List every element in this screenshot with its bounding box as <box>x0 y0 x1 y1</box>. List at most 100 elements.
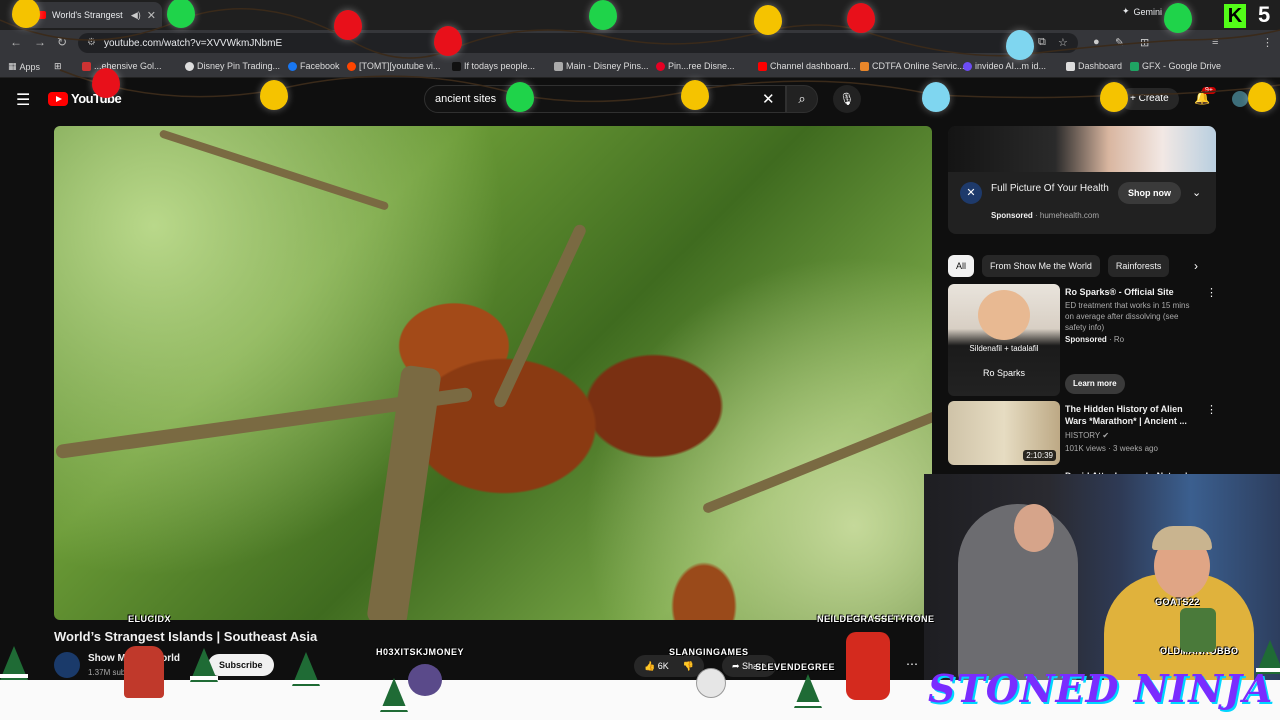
clear-search-icon[interactable]: ✕ <box>762 90 775 108</box>
dislike-button[interactable]: 👎 <box>683 661 694 672</box>
recommendation-title: Ro Sparks® - Official Site <box>1065 287 1174 297</box>
bookmark-star-icon[interactable]: ☆ <box>1058 36 1068 49</box>
reading-list-icon[interactable]: ≡ <box>1212 36 1218 48</box>
ad-thumbnail: Sildenafil + tadalafil Ro Sparks <box>948 284 1060 396</box>
christmas-light-yellow <box>1100 82 1128 112</box>
youtube-header: ☰ YouTube ancient sites ✕ ⌕ 🎙 + Create 🔔… <box>0 78 1280 120</box>
christmas-light-green <box>167 0 195 28</box>
reddit-icon <box>347 61 356 71</box>
chevron-right-icon[interactable]: › <box>1194 259 1198 273</box>
search-icon: ⌕ <box>798 91 806 106</box>
bookmark-channel-dashboard[interactable]: Channel dashboard... <box>758 61 856 71</box>
microphone-icon: 🎙 <box>839 92 855 106</box>
christmas-light-blue <box>922 82 950 112</box>
more-options-icon[interactable]: ⋮ <box>1206 403 1217 416</box>
forward-icon[interactable]: → <box>34 35 46 49</box>
like-button[interactable]: 👍 6K <box>644 661 669 672</box>
christmas-tree-icon <box>292 652 320 686</box>
viewer-tag: ELUCIDX <box>128 614 172 624</box>
tab-close-icon[interactable]: ✕ <box>147 9 156 22</box>
grid-icon: ⊞ <box>54 61 62 71</box>
create-button[interactable]: + Create <box>1120 88 1179 110</box>
extension-red-icon[interactable]: ● <box>1093 36 1100 48</box>
menu-icon[interactable]: ☰ <box>16 90 30 110</box>
bookmark-golf[interactable]: ...ehensive Gol... <box>82 61 162 71</box>
chevron-down-icon[interactable]: ⌄ <box>1192 186 1201 199</box>
bookmark-dashboard[interactable]: Dashboard <box>1066 61 1122 71</box>
install-icon[interactable]: ⧉ <box>1038 36 1046 49</box>
channel-name: HISTORY ✔ <box>1065 431 1110 440</box>
viewer-tag: NEILDEGRASSETYRONE <box>817 614 935 624</box>
bookmark-tomt[interactable]: [TOMT][youtube vi... <box>347 61 440 71</box>
gemini-button[interactable]: ✦ Gemini <box>1122 6 1162 17</box>
person-face-shape <box>978 290 1030 340</box>
bookmark-facebook[interactable]: Facebook <box>288 61 340 71</box>
chip-all[interactable]: All <box>948 255 975 277</box>
recommendation-item[interactable]: 2:10:39 The Hidden History of Alien Wars… <box>948 401 1217 465</box>
christmas-tree-icon <box>794 674 822 708</box>
ad-title: Full Picture Of Your Health <box>991 183 1109 194</box>
share-icon: ➦ <box>732 661 743 671</box>
learn-more-button[interactable]: Learn more <box>1065 374 1125 394</box>
christmas-light-red <box>434 26 462 56</box>
bookmark-disney-pins[interactable]: Main - Disney Pins... <box>554 61 649 71</box>
bookmark-disney-pin-trading[interactable]: Disney Pin Trading... <box>185 61 280 71</box>
viewer-tag: SLEVENDEGREE <box>755 662 836 672</box>
streamer-one-face-shape <box>1014 504 1054 552</box>
bookmark-invideo[interactable]: invideo AI...m id... <box>963 61 1046 71</box>
like-dislike-group: 👍 6K 👎 <box>634 655 704 677</box>
more-options-icon[interactable]: ⋮ <box>1206 286 1217 299</box>
back-icon[interactable]: ← <box>10 35 22 49</box>
sponsored-ad-card[interactable]: ✕ Full Picture Of Your Health Sponsored … <box>948 126 1216 234</box>
chip-rainforests[interactable]: Rainforests <box>1107 255 1170 277</box>
thumbs-down-icon: 👎 <box>682 660 694 671</box>
browser-tab-youtube[interactable]: World's Strangest Isla... ◀) ✕ <box>30 2 162 28</box>
beanie-hat-shape <box>1152 526 1212 550</box>
bookmark-apps[interactable]: ▦ Apps <box>8 61 40 72</box>
reload-icon[interactable]: ↻ <box>57 35 67 49</box>
facebook-icon <box>288 61 297 71</box>
recommendation-title: The Hidden History of Alien Wars *Marath… <box>1065 404 1187 426</box>
video-player[interactable] <box>54 126 932 620</box>
bookmark-apps-grid[interactable]: ⊞ <box>54 61 62 72</box>
chip-from-channel[interactable]: From Show Me the World <box>982 255 1100 277</box>
video-duration: 2:10:39 <box>1023 450 1056 461</box>
tab-title: World's Strangest Isla... <box>52 10 125 20</box>
account-avatar[interactable] <box>1232 91 1248 107</box>
gemini-label: Gemini <box>1133 6 1163 17</box>
video-thumbnail: 2:10:39 <box>948 401 1060 465</box>
audio-icon[interactable]: ◀) <box>131 10 141 21</box>
channel-avatar[interactable] <box>54 652 80 678</box>
notification-count-badge: 9+ <box>1202 87 1216 94</box>
search-button[interactable]: ⌕ <box>786 85 818 113</box>
bookmark-cdtfa[interactable]: CDTFA Online Servic... <box>860 61 965 71</box>
christmas-light-green <box>1164 3 1192 33</box>
gemini-sparkle-icon: ✦ <box>1122 6 1130 16</box>
bookmark-gfx-drive[interactable]: GFX - Google Drive <box>1130 61 1221 71</box>
site-info-icon[interactable]: ⚙ <box>87 37 96 48</box>
chrome-menu-icon[interactable]: ⋮ <box>1262 36 1273 49</box>
ad-image <box>948 126 1216 172</box>
viewer-tag: H03XITSKJMONEY <box>376 647 465 657</box>
shop-now-button[interactable]: Shop now <box>1118 182 1181 204</box>
address-bar-row: ← → ↻ ⚙ youtube.com/watch?v=XVVWkmJNbmE … <box>0 30 1280 56</box>
recommendation-ad[interactable]: Sildenafil + tadalafil Ro Sparks Ro Spar… <box>948 284 1217 398</box>
extension-blue-icon[interactable]: ✎ <box>1115 36 1124 49</box>
extensions-puzzle-icon[interactable]: ⊞ <box>1140 36 1149 49</box>
search-input[interactable]: ancient sites <box>424 85 786 113</box>
christmas-tree-icon <box>190 648 218 682</box>
thumbs-up-icon: 👍 <box>644 660 658 671</box>
pixel-character-sprite <box>408 664 442 696</box>
bookmark-favicon-icon <box>963 61 972 71</box>
bookmark-favicon-icon <box>1066 61 1075 71</box>
filter-chips: All From Show Me the World Rainforests <box>948 255 1170 277</box>
christmas-light-red <box>334 10 362 40</box>
bookmark-pinterest[interactable]: Pin...ree Disne... <box>656 61 735 71</box>
viewer-tag: GOATS22 <box>1155 597 1200 607</box>
url-input[interactable]: ⚙ youtube.com/watch?v=XVVWkmJNbmE <box>78 33 1078 53</box>
voice-search-button[interactable]: 🎙 <box>833 85 861 113</box>
apps-grid-icon: ▦ <box>8 61 17 71</box>
christmas-light-yellow <box>754 5 782 35</box>
more-actions-icon[interactable]: ⋯ <box>906 657 918 671</box>
bookmark-tiktok[interactable]: If todays people... <box>452 61 535 71</box>
